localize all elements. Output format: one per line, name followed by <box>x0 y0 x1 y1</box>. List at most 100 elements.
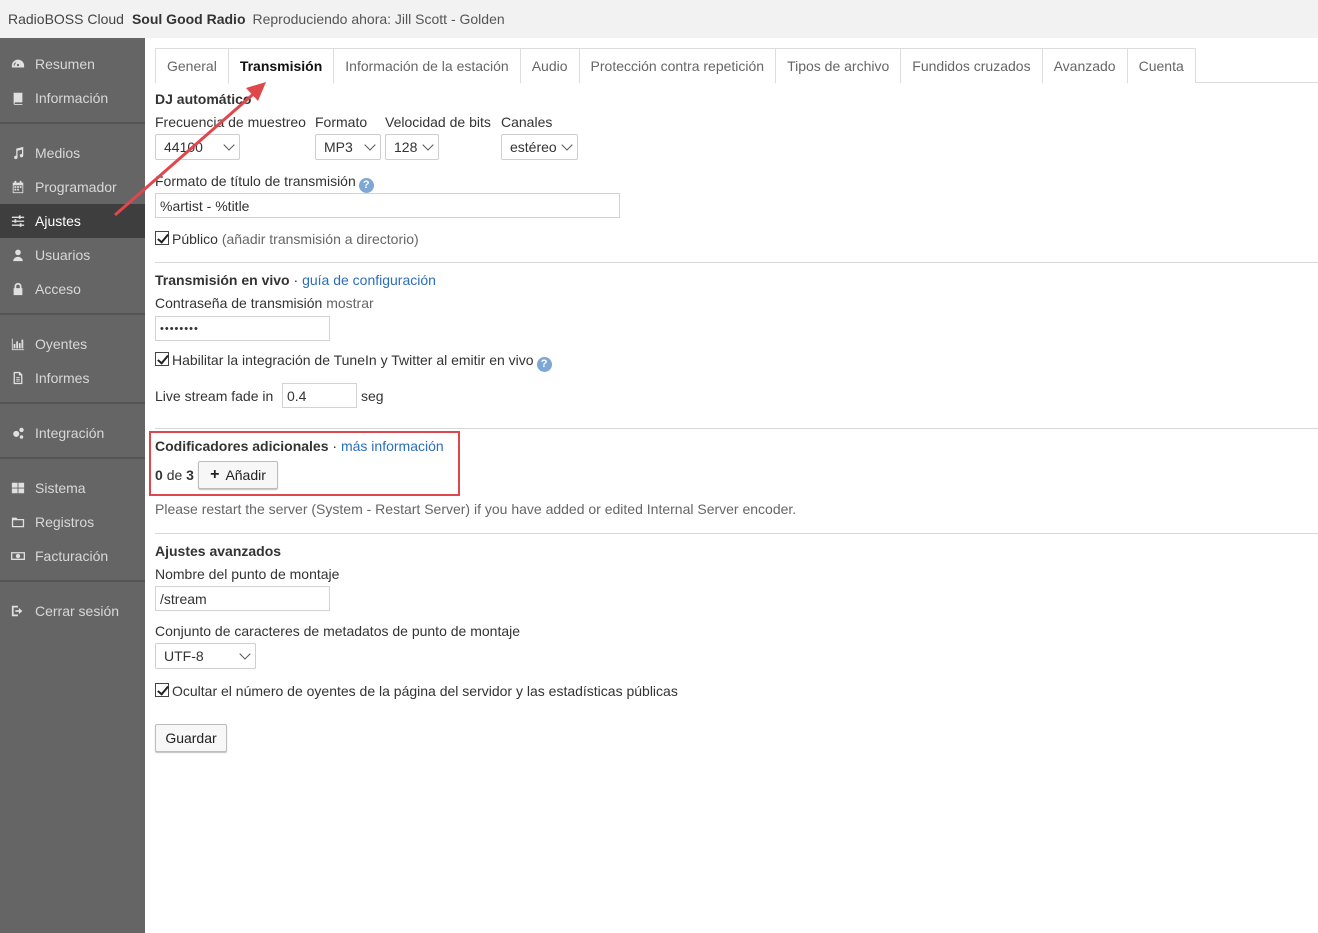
help-icon[interactable]: ? <box>536 357 552 372</box>
sidebar-item-integracion[interactable]: Integración <box>0 416 145 450</box>
fade-unit: seg <box>361 388 384 404</box>
mount-input[interactable]: /stream <box>155 586 330 611</box>
live-heading-row: Transmisión en vivo · guía de configurac… <box>155 272 436 288</box>
chevron-down-icon <box>364 139 376 151</box>
section-divider <box>155 262 1318 263</box>
lock-icon <box>9 282 26 296</box>
sidebar-item-label: Informes <box>35 370 90 386</box>
advanced-heading: Ajustes avanzados <box>155 543 282 559</box>
separator: · <box>293 272 299 288</box>
sidebar-item-cerrar-sesion[interactable]: Cerrar sesión <box>0 594 145 628</box>
sidebar-group: Oyentes Informes <box>0 315 145 404</box>
dashboard-icon <box>9 57 26 71</box>
charset-label: Conjunto de caracteres de metadatos de p… <box>155 623 521 639</box>
chevron-down-icon <box>422 139 434 151</box>
sidebar-item-resumen[interactable]: Resumen <box>0 47 145 81</box>
gears-icon <box>9 426 26 440</box>
password-label-row: Contraseña de transmisión mostrar <box>155 295 374 311</box>
tab-avanzado[interactable]: Avanzado <box>1041 48 1128 83</box>
setup-guide-link[interactable]: guía de configuración <box>302 272 436 288</box>
sidebar-item-facturacion[interactable]: Facturación <box>0 539 145 573</box>
sample-rate-label: Frecuencia de muestreo <box>155 114 306 130</box>
sidebar-item-usuarios[interactable]: Usuarios <box>0 238 145 272</box>
station-name: Soul Good Radio <box>131 11 246 27</box>
sidebar-group: Cerrar sesión <box>0 582 145 635</box>
sidebar-item-label: Programador <box>35 179 117 195</box>
format-value: MP3 <box>324 139 353 155</box>
sidebar-item-oyentes[interactable]: Oyentes <box>0 327 145 361</box>
book-icon <box>9 91 26 105</box>
help-icon[interactable]: ? <box>358 178 374 193</box>
save-button[interactable]: Guardar <box>155 724 227 752</box>
top-bar: RadioBOSS Cloud Soul Good Radio Reproduc… <box>0 0 1318 38</box>
sidebar-item-label: Acceso <box>35 281 81 297</box>
sidebar-item-informes[interactable]: Informes <box>0 361 145 395</box>
sidebar-item-informacion[interactable]: Información <box>0 81 145 115</box>
hide-listeners-label: Ocultar el número de oyentes de la págin… <box>172 683 678 699</box>
sidebar-item-registros[interactable]: Registros <box>0 505 145 539</box>
show-password-link[interactable]: mostrar <box>326 295 373 311</box>
sidebar-item-ajustes[interactable]: Ajustes <box>0 204 145 238</box>
sidebar-item-acceso[interactable]: Acceso <box>0 272 145 306</box>
mount-label: Nombre del punto de montaje <box>155 566 340 582</box>
sidebar-item-label: Medios <box>35 145 81 161</box>
charset-value: UTF-8 <box>164 648 204 664</box>
tab-fundidos-cruzados[interactable]: Fundidos cruzados <box>900 48 1043 83</box>
calendar-icon <box>9 180 26 194</box>
tab-audio[interactable]: Audio <box>519 48 580 83</box>
tunein-label: Habilitar la integración de TuneIn y Twi… <box>172 352 534 368</box>
sidebar-item-label: Integración <box>35 425 105 441</box>
public-label: Público <box>172 231 218 247</box>
tab-informacion-estacion[interactable]: Información de la estación <box>333 48 521 83</box>
charset-select[interactable]: UTF-8 <box>155 643 256 669</box>
tunein-label-row: Habilitar la integración de TuneIn y Twi… <box>172 352 552 372</box>
sidebar-item-label: Sistema <box>35 480 86 496</box>
tab-proteccion-repeticion[interactable]: Protección contra repetición <box>578 48 777 83</box>
channels-select[interactable]: estéreo <box>501 134 578 160</box>
fade-input[interactable]: 0.4 <box>282 383 357 408</box>
tab-transmision[interactable]: Transmisión <box>227 48 335 84</box>
tunein-checkbox[interactable] <box>155 352 169 366</box>
bar-chart-icon <box>9 337 26 351</box>
title-format-label-row: Formato de título de transmisión? <box>155 173 374 193</box>
format-select[interactable]: MP3 <box>315 134 381 160</box>
sidebar-item-sistema[interactable]: Sistema <box>0 471 145 505</box>
public-checkbox[interactable] <box>155 231 169 245</box>
sidebar-item-programador[interactable]: Programador <box>0 170 145 204</box>
sample-rate-value: 44100 <box>164 139 203 155</box>
password-input[interactable]: •••••••• <box>155 316 330 341</box>
sidebar-item-medios[interactable]: Medios <box>0 136 145 170</box>
sidebar-group: Medios Programador Ajustes Usuarios Acce… <box>0 124 145 315</box>
bitrate-value: 128 <box>394 139 418 155</box>
format-label: Formato <box>315 114 368 130</box>
file-icon <box>9 371 26 385</box>
chevron-down-icon <box>561 139 573 151</box>
sidebar-group: Integración <box>0 404 145 459</box>
sidebar-item-label: Ajustes <box>35 213 81 229</box>
tab-tipos-archivo[interactable]: Tipos de archivo <box>775 48 902 83</box>
channels-value: estéreo <box>510 139 557 155</box>
autodj-heading: DJ automático <box>155 91 252 107</box>
tab-cuenta[interactable]: Cuenta <box>1126 48 1196 83</box>
sidebar-item-label: Oyentes <box>35 336 88 352</box>
sign-out-icon <box>9 604 26 618</box>
music-icon <box>9 146 26 160</box>
chevron-down-icon <box>239 648 251 660</box>
sample-rate-select[interactable]: 44100 <box>155 134 240 160</box>
tab-general[interactable]: General <box>155 48 229 83</box>
title-format-input[interactable]: %artist - %title <box>155 193 620 218</box>
sidebar-item-label: Información <box>35 90 109 106</box>
hide-listeners-checkbox[interactable] <box>155 683 169 697</box>
chevron-down-icon <box>223 139 235 151</box>
app-name: RadioBOSS Cloud <box>8 11 124 27</box>
user-icon <box>9 248 26 262</box>
sidebar-item-label: Registros <box>35 514 95 530</box>
section-divider <box>155 428 1318 429</box>
section-divider <box>155 533 1318 534</box>
fade-label: Live stream fade in <box>155 388 274 404</box>
sidebar-item-label: Usuarios <box>35 247 91 263</box>
sidebar: Resumen Información Medios Programador A… <box>0 38 145 933</box>
bitrate-label: Velocidad de bits <box>385 114 491 130</box>
settings-tabs: General Transmisión Información de la es… <box>155 48 1318 84</box>
bitrate-select[interactable]: 128 <box>385 134 439 160</box>
